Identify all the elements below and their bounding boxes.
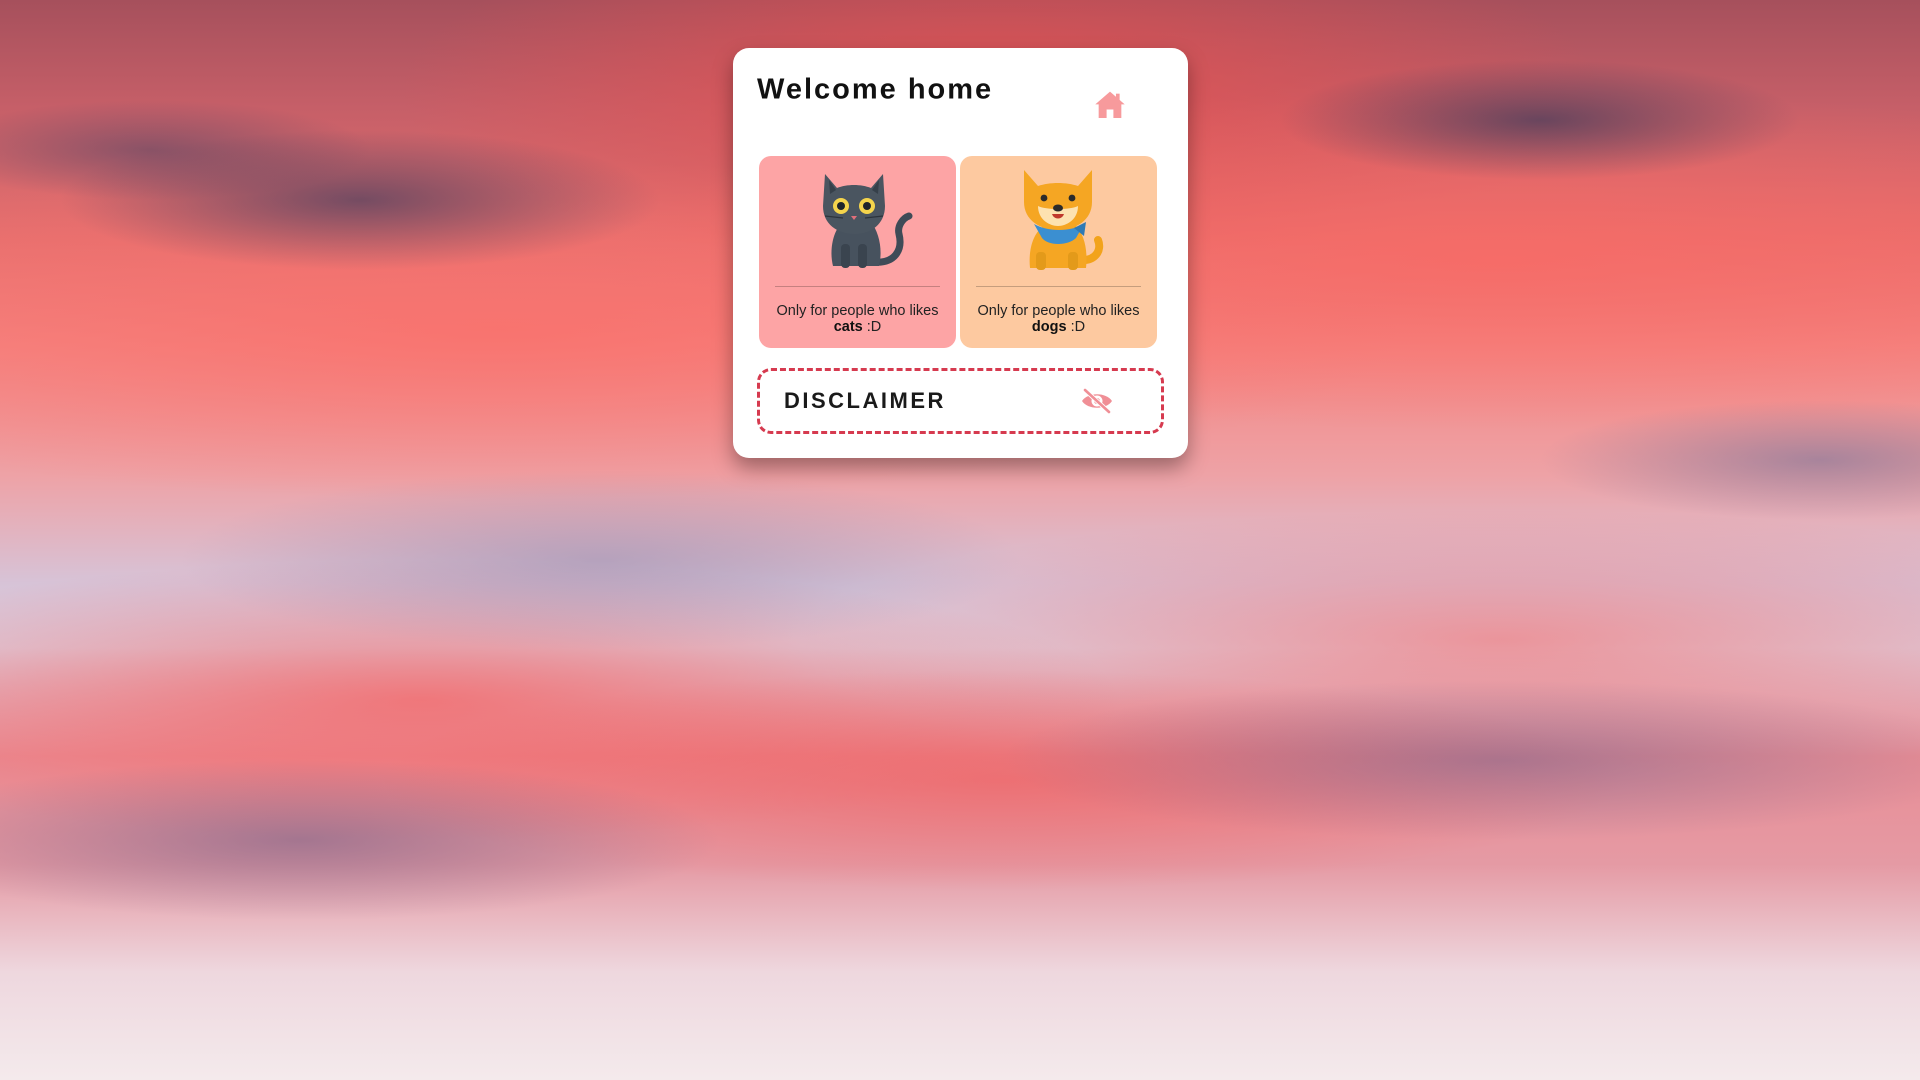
disclaimer-label: DISCLAIMER — [784, 388, 946, 413]
home-button[interactable] — [1093, 88, 1127, 122]
tile-caption: Only for people who likes dogs :D — [977, 303, 1140, 335]
dog-icon — [1004, 166, 1114, 274]
disclaimer-toggle[interactable]: DISCLAIMER — [757, 368, 1164, 434]
tile-divider — [976, 286, 1141, 287]
tile-divider — [775, 286, 940, 287]
tile-dogs[interactable]: Only for people who likes dogs :D — [960, 156, 1157, 348]
pet-tiles: Only for people who likes cats :D Only f… — [759, 156, 1161, 348]
tile-caption: Only for people who likes cats :D — [776, 303, 939, 335]
welcome-card: Welcome home Only for people who likes c… — [733, 48, 1188, 458]
card-title: Welcome home — [757, 73, 994, 106]
eye-slash-icon[interactable] — [1080, 387, 1114, 415]
cat-icon — [803, 166, 913, 274]
home-icon — [1095, 91, 1125, 119]
tile-cats[interactable]: Only for people who likes cats :D — [759, 156, 956, 348]
